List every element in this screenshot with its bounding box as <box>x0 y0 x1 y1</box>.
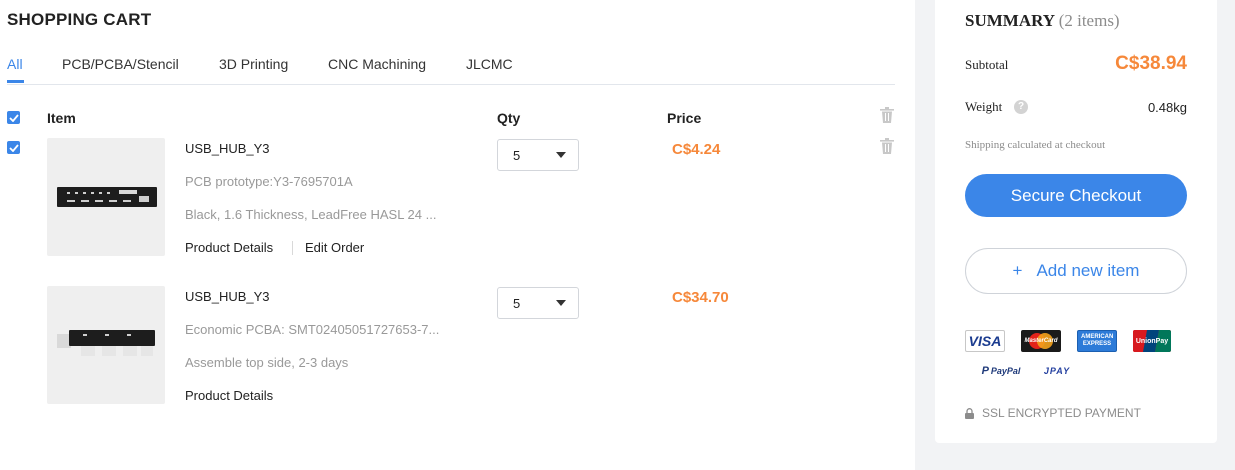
check-icon <box>8 113 19 122</box>
item-order-number: PCB prototype:Y3-7695701A <box>185 174 353 189</box>
product-thumbnail[interactable] <box>47 286 165 404</box>
ssl-label: SSL ENCRYPTED PAYMENT <box>982 406 1141 420</box>
ssl-badge: SSL ENCRYPTED PAYMENT <box>965 406 1141 420</box>
category-tabs: All PCB/PCBA/Stencil 3D Printing CNC Mac… <box>7 56 895 85</box>
amex-logo: AMERICAN EXPRESS <box>1077 330 1117 352</box>
active-tab-indicator <box>7 80 24 83</box>
tab-pcb-pcba-stencil[interactable]: PCB/PCBA/Stencil <box>62 56 179 72</box>
pcba-board-image <box>57 330 155 356</box>
column-header-price: Price <box>667 110 702 126</box>
summary-heading: SUMMARY <box>965 11 1055 30</box>
quantity-value: 5 <box>513 148 521 163</box>
paypal-logo-text: PayPal <box>990 366 1021 376</box>
help-icon[interactable]: ? <box>1014 100 1028 114</box>
unionpay-logo-text: UnionPay <box>1135 337 1169 345</box>
mastercard-logo: MasterCard <box>1021 330 1061 352</box>
jpay-logo: JPAY <box>1037 360 1077 382</box>
item-count: (2 items) <box>1058 11 1120 30</box>
subtotal-label: Subtotal <box>965 57 1009 72</box>
item-price: C$34.70 <box>672 289 729 306</box>
secure-checkout-button[interactable]: Secure Checkout <box>965 174 1187 217</box>
jpay-logo-text: JPAY <box>1043 366 1071 376</box>
shipping-note: Shipping calculated at checkout <box>965 139 1106 151</box>
page-title: SHOPPING CART <box>7 10 152 29</box>
column-header-item: Item <box>47 110 76 126</box>
amex-logo-text: AMERICAN EXPRESS <box>1081 334 1114 347</box>
lock-icon <box>965 407 974 419</box>
column-header-qty: Qty <box>497 110 521 126</box>
tab-all[interactable]: All <box>7 56 23 72</box>
weight-label: Weight <box>965 99 1003 114</box>
add-new-item-button[interactable]: + Add new item <box>965 248 1187 294</box>
visa-logo: VISA <box>965 330 1005 352</box>
paypal-logo: P PayPal <box>979 360 1023 382</box>
unionpay-logo: UnionPay <box>1133 330 1171 352</box>
edit-order-link[interactable]: Edit Order <box>305 240 364 255</box>
link-divider <box>292 241 293 255</box>
product-thumbnail[interactable] <box>47 138 165 256</box>
item-checkbox[interactable] <box>7 141 20 154</box>
paypal-p-icon: P <box>981 365 989 377</box>
item-name: USB_HUB_Y3 <box>185 141 270 156</box>
visa-logo-text: VISA <box>968 333 1002 349</box>
item-specs: Black, 1.6 Thickness, LeadFree HASL 24 .… <box>185 207 437 222</box>
tab-cnc-machining[interactable]: CNC Machining <box>328 56 426 72</box>
quantity-select[interactable]: 5 <box>497 287 579 319</box>
plus-icon: + <box>1012 261 1023 280</box>
select-all-checkbox[interactable] <box>7 111 20 124</box>
product-details-link[interactable]: Product Details <box>185 388 273 403</box>
chevron-down-icon <box>556 152 566 158</box>
order-summary-panel: SUMMARY (2 items) Subtotal C$38.94 Weigh… <box>935 0 1217 443</box>
quantity-value: 5 <box>513 296 521 311</box>
pcb-board-image <box>57 187 157 207</box>
item-name: USB_HUB_Y3 <box>185 289 270 304</box>
tab-3d-printing[interactable]: 3D Printing <box>219 56 288 72</box>
item-price: C$4.24 <box>672 141 721 158</box>
subtotal-value: C$38.94 <box>1115 53 1187 74</box>
check-icon <box>8 143 19 152</box>
delete-selected-trash-icon[interactable] <box>880 107 894 123</box>
item-specs: Assemble top side, 2-3 days <box>185 355 349 370</box>
chevron-down-icon <box>556 300 566 306</box>
summary-title: SUMMARY (2 items) <box>965 11 1120 31</box>
quantity-select[interactable]: 5 <box>497 139 579 171</box>
item-order-number: Economic PCBA: SMT02405051727653-7... <box>185 322 440 337</box>
shopping-cart-page: SHOPPING CART All PCB/PCBA/Stencil 3D Pr… <box>0 0 1235 470</box>
add-new-item-label: Add new item <box>1036 261 1140 280</box>
weight-value: 0.48kg <box>1147 100 1187 115</box>
cart-panel: SHOPPING CART All PCB/PCBA/Stencil 3D Pr… <box>0 0 915 470</box>
product-details-link[interactable]: Product Details <box>185 240 273 255</box>
mastercard-logo-text: MasterCard <box>1024 338 1058 344</box>
delete-item-trash-icon[interactable] <box>880 138 894 154</box>
tab-jlcmc[interactable]: JLCMC <box>466 56 513 72</box>
